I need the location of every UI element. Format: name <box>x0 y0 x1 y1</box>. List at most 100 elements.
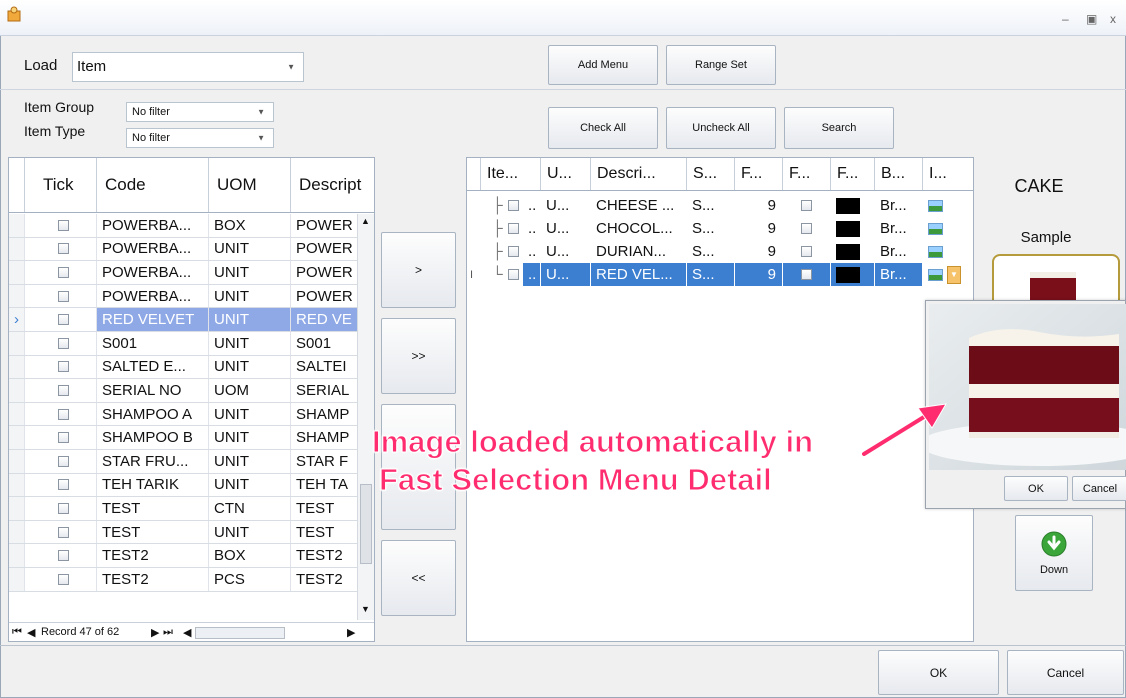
tick-checkbox[interactable] <box>57 455 69 467</box>
uncheck-all-button[interactable]: Uncheck All <box>666 107 776 149</box>
tick-checkbox[interactable] <box>57 502 69 514</box>
tick-cell[interactable] <box>25 426 97 449</box>
chevron-down-icon[interactable]: ▼ <box>947 265 961 284</box>
row-checkbox-cell[interactable] <box>505 240 523 263</box>
col-description[interactable]: Descript <box>291 158 374 212</box>
checkbox[interactable] <box>508 269 519 280</box>
tick-cell[interactable] <box>25 497 97 520</box>
tick-checkbox[interactable] <box>57 408 69 420</box>
range-set-button[interactable]: Range Set <box>666 45 776 85</box>
row-indicator[interactable] <box>467 217 481 240</box>
image-cell[interactable] <box>923 194 973 217</box>
color-cell[interactable] <box>831 263 875 286</box>
check-all-button[interactable]: Check All <box>548 107 658 149</box>
table-row[interactable]: SERIAL NO UOM SERIAL <box>9 379 359 403</box>
tick-checkbox[interactable] <box>57 526 69 538</box>
color-cell[interactable] <box>831 217 875 240</box>
tick-cell[interactable] <box>25 379 97 402</box>
image-cell[interactable] <box>923 240 973 263</box>
item-type-combo[interactable]: No filter ▼ <box>126 128 274 148</box>
checkbox[interactable] <box>801 200 812 211</box>
load-combo[interactable]: Item ▼ <box>72 52 304 82</box>
minimize-icon[interactable]: – <box>1062 12 1069 26</box>
table-row[interactable]: SALTED E... UNIT SALTEI <box>9 355 359 380</box>
row-indicator[interactable] <box>9 214 25 237</box>
flag-cell[interactable] <box>783 194 831 217</box>
row-indicator[interactable] <box>9 568 25 591</box>
tick-checkbox[interactable] <box>57 219 69 231</box>
last-record-icon[interactable]: ⏭ <box>163 626 173 639</box>
checkbox[interactable] <box>508 223 519 234</box>
col-s[interactable]: S... <box>687 158 735 190</box>
table-row[interactable]: TEST2 PCS TEST2 <box>9 568 359 592</box>
table-row[interactable]: ├.. U... CHEESE ... S... 9 Br... <box>467 194 973 217</box>
row-indicator[interactable] <box>9 520 25 544</box>
row-checkbox-cell[interactable] <box>505 217 523 240</box>
scroll-down-icon[interactable]: ▼ <box>361 604 370 614</box>
scroll-up-icon[interactable]: ▲ <box>361 216 370 226</box>
row-indicator[interactable] <box>9 497 25 520</box>
checkbox[interactable] <box>801 246 812 257</box>
tick-cell[interactable] <box>25 214 97 237</box>
tick-checkbox[interactable] <box>57 573 69 585</box>
row-indicator[interactable] <box>9 261 25 284</box>
table-row[interactable]: ├.. U... DURIAN... S... 9 Br... <box>467 240 973 263</box>
table-row[interactable]: POWERBA... UNIT POWER <box>9 284 359 309</box>
tick-cell[interactable] <box>25 544 97 567</box>
tick-checkbox[interactable] <box>57 243 69 255</box>
table-row[interactable]: POWERBA... BOX POWER <box>9 214 359 238</box>
tick-cell[interactable] <box>25 520 97 544</box>
add-menu-button[interactable]: Add Menu <box>548 45 658 85</box>
search-button[interactable]: Search <box>784 107 894 149</box>
item-group-combo[interactable]: No filter ▼ <box>126 102 274 122</box>
scroll-thumb[interactable] <box>360 484 372 564</box>
row-indicator[interactable] <box>467 194 481 217</box>
table-row[interactable]: › RED VELVET UNIT RED VE <box>9 308 359 332</box>
col-uom[interactable]: UOM <box>209 158 291 212</box>
row-indicator[interactable] <box>9 544 25 567</box>
down-button[interactable]: Down <box>1015 515 1093 591</box>
popup-cancel-button[interactable]: Cancel <box>1072 476 1126 501</box>
tick-checkbox[interactable] <box>57 384 69 396</box>
image-cell[interactable]: ▼ <box>923 263 973 286</box>
tick-cell[interactable] <box>25 308 97 331</box>
col-b[interactable]: B... <box>875 158 923 190</box>
col-item[interactable]: Ite... <box>481 158 541 190</box>
tick-cell[interactable] <box>25 261 97 284</box>
row-indicator[interactable] <box>9 332 25 355</box>
tick-cell[interactable] <box>25 332 97 355</box>
table-row[interactable]: I └.. U... RED VEL... S... 9 Br... ▼ <box>467 263 973 286</box>
color-cell[interactable] <box>831 194 875 217</box>
table-row[interactable]: SHAMPOO B UNIT SHAMP <box>9 426 359 450</box>
color-cell[interactable] <box>831 240 875 263</box>
table-row[interactable]: SHAMPOO A UNIT SHAMP <box>9 402 359 427</box>
flag-cell[interactable] <box>783 240 831 263</box>
tick-cell[interactable] <box>25 450 97 473</box>
row-checkbox-cell[interactable] <box>505 263 523 286</box>
hscroll-left-icon[interactable]: ◀ <box>183 626 191 639</box>
checkbox[interactable] <box>508 246 519 257</box>
flag-cell[interactable] <box>783 217 831 240</box>
tick-cell[interactable] <box>25 355 97 379</box>
checkbox[interactable] <box>801 223 812 234</box>
col-f3[interactable]: F... <box>831 158 875 190</box>
tick-checkbox[interactable] <box>57 266 69 278</box>
row-indicator[interactable]: › <box>9 308 25 331</box>
image-cell[interactable] <box>923 217 973 240</box>
table-row[interactable]: ├.. U... CHOCOL... S... 9 Br... <box>467 217 973 240</box>
tick-cell[interactable] <box>25 473 97 497</box>
table-row[interactable]: POWERBA... UNIT POWER <box>9 261 359 285</box>
table-row[interactable]: POWERBA... UNIT POWER <box>9 237 359 262</box>
row-indicator[interactable] <box>9 284 25 308</box>
maximize-icon[interactable]: ▣ <box>1086 12 1097 26</box>
tick-checkbox[interactable] <box>57 432 69 444</box>
row-indicator[interactable] <box>9 237 25 261</box>
table-row[interactable]: STAR FRU... UNIT STAR F <box>9 450 359 474</box>
row-indicator[interactable] <box>9 355 25 379</box>
move-all-right-button[interactable]: >> <box>381 318 456 394</box>
tick-checkbox[interactable] <box>57 550 69 562</box>
row-indicator[interactable] <box>9 473 25 497</box>
checkbox[interactable] <box>508 200 519 211</box>
next-record-icon[interactable]: ▶ <box>151 626 159 639</box>
tick-checkbox[interactable] <box>57 314 69 326</box>
